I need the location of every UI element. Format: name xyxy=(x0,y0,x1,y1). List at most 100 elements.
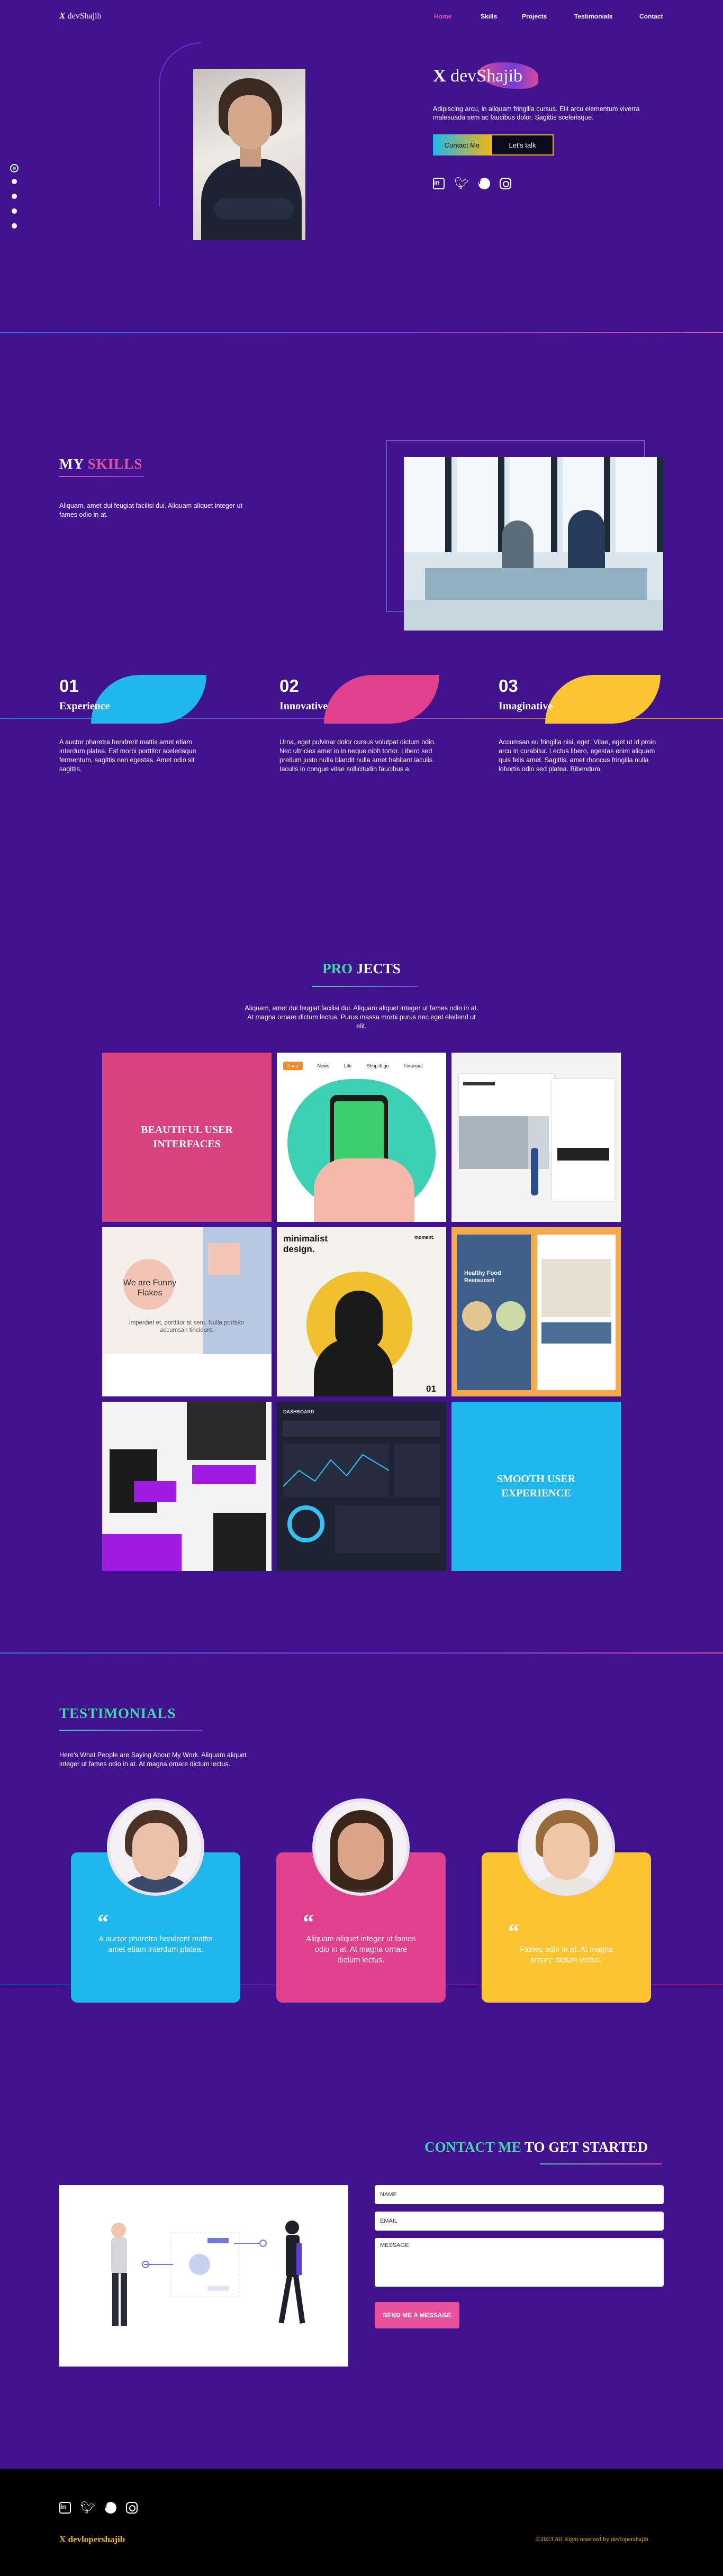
contact-illustration xyxy=(59,2185,348,2367)
hero-title: X devShajib xyxy=(433,66,522,86)
logo-x: X xyxy=(59,11,66,21)
contact-title-white: TO GET STARTED xyxy=(525,2139,648,2155)
project-tile-phone-app[interactable]: Food News Life Shop & go Financial xyxy=(277,1053,446,1222)
skill-name-experience: Experience xyxy=(59,700,110,712)
project-tile-dashboard[interactable]: DASHBOARD xyxy=(277,1402,446,1571)
projects-title-underline xyxy=(312,986,418,987)
facebook-icon[interactable]: f xyxy=(104,2502,116,2514)
skills-title-underline xyxy=(59,476,144,477)
twitter-icon[interactable]: 🐦︎ xyxy=(80,2502,95,2514)
quote-icon: “ xyxy=(303,1911,314,1935)
nav-link-projects[interactable]: Projects xyxy=(522,13,547,20)
skill-number: 03 xyxy=(499,676,518,696)
project-tile-purple-collage[interactable] xyxy=(102,1402,272,1571)
linkedin-icon[interactable]: in xyxy=(59,2502,71,2514)
skill-leaf-innovative xyxy=(324,675,439,724)
hero-title-name: devShajib xyxy=(450,66,523,86)
skill-leaf-imaginative xyxy=(545,675,661,724)
contact-title-underline xyxy=(540,2163,662,2164)
slide-dot[interactable] xyxy=(12,179,17,184)
nav-link-testimonials[interactable]: Testimonials xyxy=(574,13,612,20)
hero-social-links: in 🐦︎ f xyxy=(433,178,511,189)
skill-description: Accumsan eu fringilla nisi, eget. Vitae,… xyxy=(499,738,656,773)
project-tile-label: SMOOTH USER EXPERIENCE xyxy=(496,1473,576,1499)
minimalist-sub: moment. xyxy=(414,1235,435,1240)
testimonial-quote: A auctor pharetra hendrerit mattis amet … xyxy=(98,1935,213,1954)
projects-title-jects: JECTS xyxy=(356,961,401,976)
footer xyxy=(0,2469,723,2576)
linkedin-icon[interactable]: in xyxy=(433,178,445,189)
name-input[interactable] xyxy=(375,2185,664,2204)
testimonial-avatar xyxy=(312,1798,410,1896)
footer-social-links: in 🐦︎ f xyxy=(59,2502,138,2514)
instagram-icon[interactable] xyxy=(125,2502,138,2514)
project-tile-label: BEAUTIFUL USER INTERFACES xyxy=(141,1124,233,1150)
minimalist-title: minimalist design. xyxy=(283,1234,328,1254)
project-tile-healthy-food[interactable]: Healthy Food Restaurant xyxy=(451,1227,621,1396)
flakes-title: We are Funny Flakes xyxy=(123,1278,177,1298)
testimonials-title-underline xyxy=(59,1730,202,1731)
food-title: Healthy Food Restaurant xyxy=(464,1270,501,1284)
people-collaboration-icon xyxy=(111,2221,305,2326)
quote-icon: “ xyxy=(508,1920,519,1944)
email-input[interactable] xyxy=(375,2212,664,2231)
skill-number: 01 xyxy=(59,676,79,696)
flakes-text: imperdiet et, porttitor at sem. Nulla po… xyxy=(129,1320,245,1333)
phone-tab: Food xyxy=(283,1062,303,1070)
dashboard-title: DASHBOARD xyxy=(283,1409,314,1414)
section-divider xyxy=(0,1652,723,1654)
slide-dot[interactable] xyxy=(12,223,17,229)
hero-description: Adipiscing arcu, in aliquam fringilla cu… xyxy=(433,105,640,121)
minimalist-number: 01 xyxy=(426,1384,436,1394)
dashboard-chart-icon xyxy=(283,1454,389,1487)
skills-title-my: MY xyxy=(59,456,84,472)
skills-photo xyxy=(404,457,663,631)
footer-copyright: ©2023 All Right reserved by devlopershaj… xyxy=(536,2535,648,2543)
footer-brand: X devlopershajib xyxy=(59,2534,125,2544)
lets-talk-button[interactable]: Let's talk xyxy=(491,134,554,156)
skills-title: MY SKILLS xyxy=(59,456,142,472)
project-tile-funny-flakes[interactable]: We are Funny Flakes imperdiet et, portti… xyxy=(102,1227,272,1396)
hero-portrait xyxy=(193,69,305,240)
testimonials-description: Here's What People are Saying About My W… xyxy=(59,1751,247,1768)
nav-link-home[interactable]: Home xyxy=(434,13,451,20)
logo-name: devShajib xyxy=(67,12,102,21)
slide-dot[interactable] xyxy=(12,208,17,214)
phone-tab: News xyxy=(317,1063,330,1068)
nav-logo[interactable]: X devShajib xyxy=(59,11,102,21)
slide-dot[interactable] xyxy=(12,194,17,199)
nav-link-skills[interactable]: Skills xyxy=(481,13,497,20)
skill-description: A auctor pharetra hendrerit mattis amet … xyxy=(59,738,196,773)
testimonials-title: TESTIMONIALS xyxy=(59,1705,176,1721)
phone-tab: Life xyxy=(344,1063,352,1068)
skills-description: Aliquam, amet dui feugiat facilisi dui. … xyxy=(59,502,243,518)
message-textarea[interactable] xyxy=(375,2238,664,2287)
skill-description: Urna, eget pulvinar dolor cursus volutpa… xyxy=(279,738,436,773)
send-message-button[interactable]: SEND ME A MESSAGE xyxy=(375,2302,459,2328)
nav-link-contact[interactable]: Contact xyxy=(639,13,663,20)
testimonial-avatar xyxy=(518,1798,615,1896)
contact-title: CONTACT ME TO GET STARTED xyxy=(424,2139,648,2155)
slide-dot-active[interactable] xyxy=(10,164,19,172)
contact-title-teal: CONTACT ME xyxy=(424,2139,521,2155)
projects-description: Aliquam, amet dui feugiat facilisi dui. … xyxy=(245,1004,478,1030)
project-tile-web-mockup[interactable] xyxy=(451,1053,621,1222)
section-divider xyxy=(0,332,723,333)
skills-title-skills: SKILLS xyxy=(87,456,143,472)
twitter-icon[interactable]: 🐦︎ xyxy=(454,178,469,189)
contact-me-button[interactable]: Contact Me xyxy=(433,134,491,156)
project-tile-smooth-ux[interactable]: SMOOTH USER EXPERIENCE xyxy=(451,1402,621,1571)
phone-tab: Shop & go xyxy=(366,1063,389,1068)
instagram-icon[interactable] xyxy=(499,178,511,189)
testimonial-avatar xyxy=(107,1798,204,1896)
quote-icon: “ xyxy=(97,1911,109,1935)
testimonial-quote: Aliquam aliquet integer ut fames odio in… xyxy=(306,1935,416,1965)
facebook-icon[interactable]: f xyxy=(478,178,490,189)
project-tile-beautiful-ui[interactable]: BEAUTIFUL USER INTERFACES xyxy=(102,1053,272,1222)
project-tile-minimalist[interactable]: minimalist design. moment. 01 xyxy=(277,1227,446,1396)
skill-leaf-experience xyxy=(91,675,206,724)
projects-title: PRO JECTS xyxy=(0,961,723,977)
phone-app-tabs: Food News Life Shop & go Financial xyxy=(283,1060,440,1072)
hero-title-x: X xyxy=(433,66,446,86)
skill-name-imaginative: Imaginative xyxy=(499,700,553,712)
